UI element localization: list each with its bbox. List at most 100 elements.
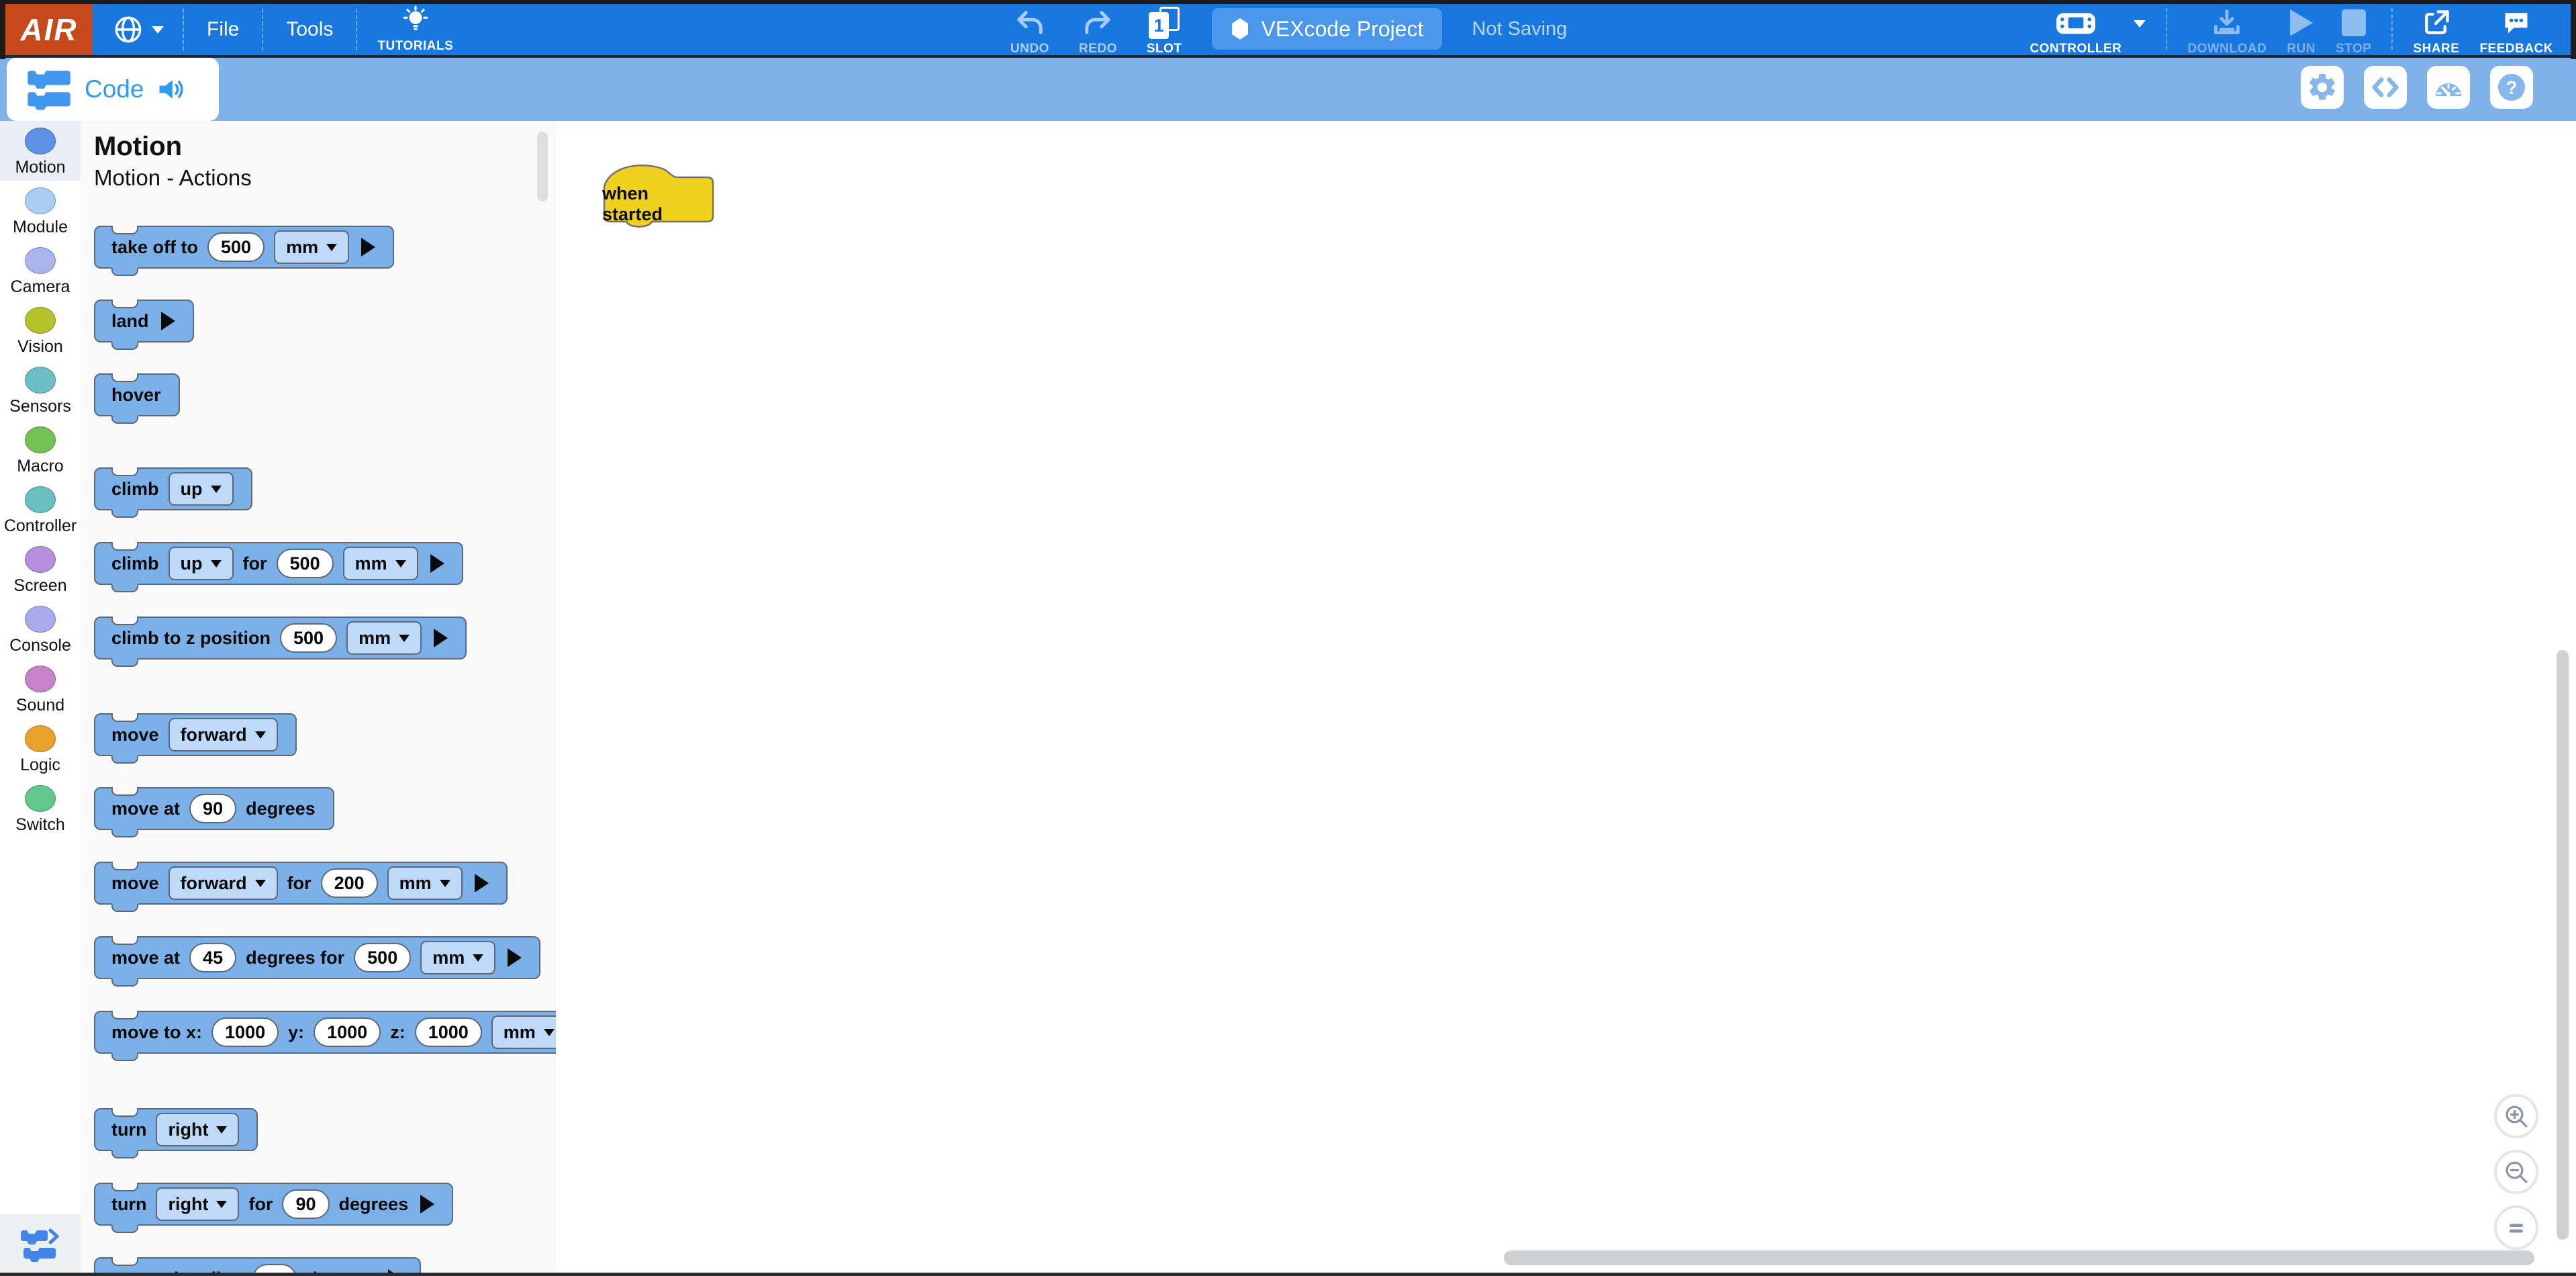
redo-button[interactable]: REDO: [1079, 8, 1117, 56]
sidebar-item-screen[interactable]: Screen: [0, 539, 81, 599]
chevron-down-icon: [255, 731, 266, 739]
stop-button[interactable]: STOP: [2336, 8, 2371, 56]
sidebar-item-controller[interactable]: Controller: [0, 480, 81, 539]
category-color-dot: [25, 426, 56, 453]
palette-block-move-at[interactable]: move at90degrees: [94, 787, 334, 830]
sidebar-item-macro[interactable]: Macro: [0, 420, 81, 480]
canvas-vertical-scrollbar[interactable]: [2557, 650, 2569, 1240]
number-input[interactable]: 90: [282, 1189, 329, 1219]
palette-block-turn[interactable]: turnright: [94, 1108, 258, 1151]
dropdown[interactable]: forward: [169, 866, 278, 900]
window-frame-bottom: [0, 1273, 2576, 1276]
expand-arrow-icon[interactable]: [161, 312, 175, 330]
canvas-horizontal-scrollbar[interactable]: [1504, 1250, 2534, 1265]
sidebar-item-vision[interactable]: Vision: [0, 300, 81, 360]
zoom-out-button[interactable]: [2494, 1150, 2538, 1194]
dropdown[interactable]: forward: [169, 718, 278, 751]
palette-block-hover[interactable]: hover: [94, 373, 180, 416]
sidebar-item-camera[interactable]: Camera: [0, 240, 81, 300]
dashboard-button[interactable]: [2427, 66, 2470, 109]
dropdown[interactable]: mm: [420, 941, 495, 974]
share-button[interactable]: SHARE: [2413, 8, 2459, 56]
expand-arrow-icon[interactable]: [434, 629, 448, 647]
dropdown[interactable]: right: [156, 1187, 239, 1221]
tools-menu[interactable]: Tools: [263, 18, 356, 41]
block-label: move: [111, 873, 159, 894]
number-input[interactable]: 45: [189, 943, 236, 972]
number-input[interactable]: 200: [321, 868, 378, 898]
sidebar-item-sound[interactable]: Sound: [0, 659, 81, 719]
controller-button[interactable]: CONTROLLER: [2030, 8, 2121, 56]
dropdown[interactable]: up: [169, 472, 234, 506]
number-input[interactable]: 1000: [211, 1017, 279, 1047]
code-brackets-icon: [2370, 72, 2401, 103]
expand-arrow-icon[interactable]: [361, 238, 375, 257]
palette-block-move-for[interactable]: moveforwardfor200mm: [94, 862, 508, 905]
sidebar-footer: [0, 1214, 81, 1273]
run-button[interactable]: RUN: [2287, 8, 2316, 56]
toggle-blocks-icon[interactable]: [18, 1225, 62, 1263]
number-input[interactable]: 500: [277, 549, 334, 578]
settings-button[interactable]: [2301, 66, 2344, 109]
sidebar-item-switch[interactable]: Switch: [0, 778, 81, 838]
download-button[interactable]: DOWNLOAD: [2187, 8, 2267, 56]
chevron-down-icon: [255, 880, 266, 887]
project-name-button[interactable]: VEXcode Project: [1212, 8, 1443, 50]
code-tab[interactable]: Code: [7, 58, 219, 121]
file-menu[interactable]: File: [184, 18, 262, 41]
palette-block-move[interactable]: moveforward: [94, 713, 297, 756]
palette-block-turn-for[interactable]: turnrightfor90degrees: [94, 1183, 453, 1226]
sidebar-item-motion[interactable]: Motion: [0, 121, 81, 181]
dropdown[interactable]: up: [169, 547, 234, 580]
dropdown-value: up: [181, 479, 203, 500]
speaker-icon[interactable]: [154, 75, 187, 104]
zoom-in-button[interactable]: [2494, 1094, 2538, 1138]
expand-arrow-icon[interactable]: [420, 1195, 434, 1214]
dropdown[interactable]: mm: [387, 866, 463, 900]
controller-dropdown-caret[interactable]: [2134, 20, 2146, 28]
palette-scrollbar[interactable]: [537, 132, 548, 201]
sidebar-item-module[interactable]: Module: [0, 181, 81, 240]
palette-block-take-off-to[interactable]: take off to500mm: [94, 226, 394, 269]
language-menu[interactable]: [106, 14, 183, 45]
dropdown[interactable]: mm: [346, 621, 422, 655]
slot-button[interactable]: 1 SLOT: [1147, 8, 1182, 56]
palette-block-climb-for[interactable]: climbupfor500mm: [94, 542, 463, 585]
dropdown[interactable]: mm: [343, 547, 418, 580]
number-input[interactable]: 90: [189, 794, 236, 823]
expand-arrow-icon[interactable]: [430, 554, 444, 573]
palette-block-move-to-xyz[interactable]: move to x:1000y:1000z:1000mm: [94, 1011, 556, 1054]
block-tab: [111, 829, 138, 837]
palette-block-climb[interactable]: climbup: [94, 467, 252, 510]
number-input[interactable]: 500: [280, 623, 337, 653]
palette-block-move-at-for[interactable]: move at45degrees for500mm: [94, 936, 540, 979]
when-started-block[interactable]: when started: [602, 163, 715, 230]
dropdown[interactable]: mm: [274, 230, 349, 264]
number-input[interactable]: 500: [207, 232, 265, 262]
gear-icon: [2306, 71, 2338, 103]
expand-arrow-icon[interactable]: [475, 874, 489, 893]
number-input[interactable]: 500: [354, 943, 411, 972]
tutorials-button[interactable]: TUTORIALS: [357, 5, 473, 54]
sidebar-item-sensors[interactable]: Sensors: [0, 360, 81, 420]
window-frame-right: [2571, 0, 2576, 59]
palette-block-land[interactable]: land: [94, 300, 194, 343]
undo-button[interactable]: UNDO: [1010, 8, 1049, 56]
view-code-button[interactable]: [2364, 66, 2407, 109]
number-input[interactable]: 1000: [415, 1017, 482, 1047]
sidebar-item-console[interactable]: Console: [0, 599, 81, 659]
palette-block-climb-to-z[interactable]: climb to z position500mm: [94, 617, 467, 659]
palette-block-turn-to-heading[interactable]: turn to headingdegrees: [94, 1257, 421, 1273]
programming-canvas[interactable]: when started: [556, 121, 2576, 1273]
dropdown[interactable]: mm: [491, 1015, 556, 1049]
block-label: move at: [111, 948, 180, 968]
number-input[interactable]: 1000: [314, 1017, 381, 1047]
zoom-reset-button[interactable]: [2494, 1205, 2538, 1250]
dropdown[interactable]: right: [156, 1113, 239, 1146]
expand-arrow-icon[interactable]: [508, 948, 522, 967]
sidebar-item-logic[interactable]: Logic: [0, 719, 81, 778]
undo-icon: [1014, 8, 1045, 38]
number-input[interactable]: [252, 1264, 297, 1273]
feedback-button[interactable]: FEEDBACK: [2479, 8, 2553, 56]
help-button[interactable]: ?: [2490, 66, 2533, 109]
